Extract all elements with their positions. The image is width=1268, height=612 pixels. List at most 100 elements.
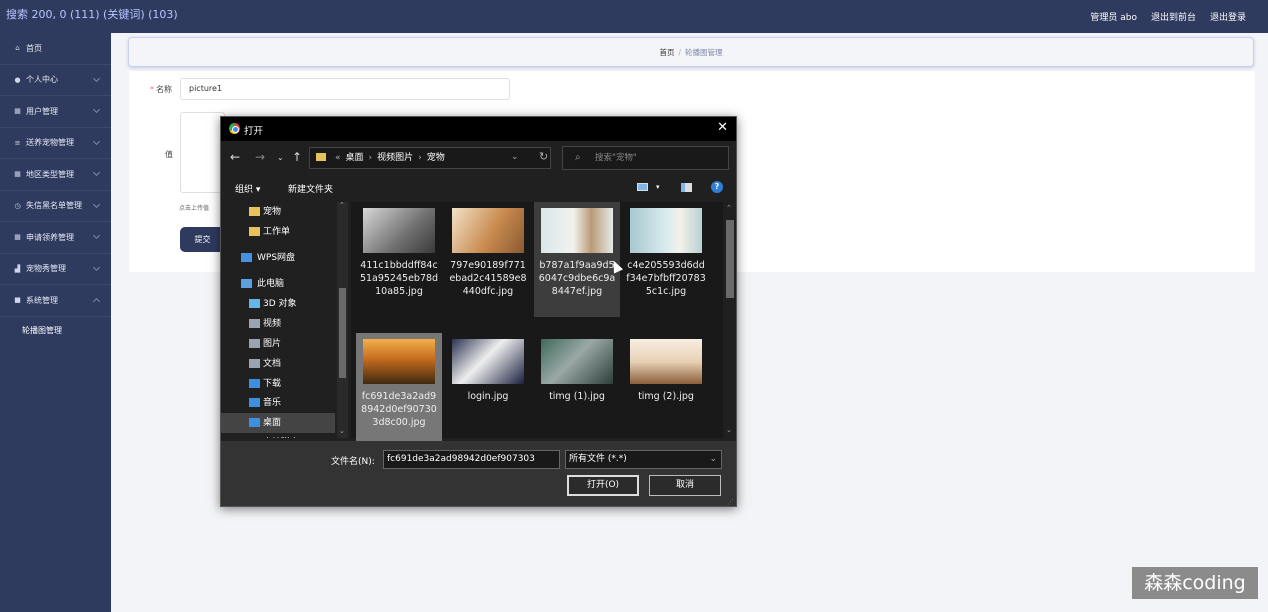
filename-label: 文件名(N): [331,457,375,467]
nav-item[interactable]: 此电脑 [221,274,335,294]
upload-box[interactable] [180,112,225,193]
file-name: fc691de3a2ad98942d0ef907303d8c00.jpg [361,391,437,428]
file-list-scrollbar[interactable]: ⌃ ⌄ [723,202,736,438]
nav-scrollbar[interactable]: ⌃ ⌄ [337,202,348,438]
scroll-down-icon[interactable]: ⌄ [339,427,345,435]
recent-chevron-icon[interactable]: ⌄ [277,153,284,162]
breadcrumb-home[interactable]: 首页 [659,48,674,57]
nav-item-label: 工作单 [263,227,291,237]
sidebar-item[interactable]: ● 个人中心 [0,65,111,96]
nav-scroll-thumb[interactable] [339,288,346,378]
view-icon[interactable] [637,183,648,191]
resize-grip-icon[interactable]: ⋰ [727,498,734,506]
nav-item[interactable]: 音乐 [221,393,335,413]
nav-item[interactable]: 视频 [221,314,335,334]
cancel-button[interactable]: 取消 [649,475,721,496]
submit-button[interactable]: 提交 [180,227,225,252]
sidebar-item[interactable]: ■ 系统管理 [0,285,111,317]
up-arrow-icon[interactable]: ↑ [292,150,302,164]
sidebar-item[interactable]: ⌂ 首页 [0,33,111,65]
dialog-command-bar: 组织 ▾ 新建文件夹 ▾ ? [221,175,736,199]
file-item[interactable]: login.jpg [445,333,531,448]
sidebar-item[interactable]: ▟ 宠物秀管理 [0,254,111,285]
sidebar-item-label: 用户管理 [26,106,58,116]
scroll-down-icon[interactable]: ⌄ [726,426,732,434]
close-icon[interactable]: ✕ [717,120,728,135]
chevron-down-icon [92,168,101,177]
chevron-down-icon [92,263,101,271]
exit-front-link[interactable]: 退出到前台 [1151,10,1196,23]
search-input[interactable]: ⌕ 搜索"宠物" [562,146,729,170]
cube-icon [249,299,260,308]
file-type-select[interactable]: 所有文件 (*.*) ⌄ [565,450,722,469]
name-input[interactable]: picture1 [180,78,510,100]
file-item[interactable]: c4e205593d6ddf34e7bfbff207835c1c.jpg [623,202,709,317]
grid-icon: ▦ [14,170,21,179]
file-item[interactable]: 797e90189f771ebad2c41589e8440dfc.jpg [445,202,531,317]
scroll-up-icon[interactable]: ⌃ [339,202,345,209]
filename-input[interactable]: fc691de3a2ad98942d0ef907303 [383,450,560,469]
nav-item-label: WPS网盘 [257,253,296,263]
open-button[interactable]: 打开(O) [567,475,639,496]
logout-link[interactable]: 退出登录 [1210,10,1246,23]
video-icon [249,319,260,328]
nav-item[interactable]: 工作单 [221,222,335,242]
chevron-down-icon [92,200,101,208]
nav-item[interactable]: 本地磁盘 (C:) [221,433,335,438]
sidebar-item[interactable]: ≡ 送养宠物管理 [0,128,111,159]
chevron-down-icon [92,105,101,114]
refresh-icon[interactable]: ↻ [539,147,548,167]
nav-item[interactable]: 下载 [221,374,335,394]
path-segment[interactable]: 视频图片 [377,153,413,163]
file-item[interactable]: timg (2).jpg [623,333,709,448]
new-folder-button[interactable]: 新建文件夹 [288,182,333,195]
nav-item[interactable]: WPS网盘 [221,248,335,268]
file-thumbnail [541,208,613,253]
download-icon [249,379,260,388]
search-placeholder: 搜索"宠物" [595,153,637,163]
nav-item[interactable]: 桌面 [221,413,335,433]
top-header: 搜索 200, 0 (111) (关键词) (103) 管理员 abo 退出到前… [0,0,1268,33]
sidebar: ⌂ 首页 ● 个人中心 ▦ 用户管理 ≡ 送养宠物管理 ▦ 地区类型管理 ◷ 失信黑名单管理 ▦ 申请领养… [0,33,111,612]
sidebar-item-label: 失信黑名单管理 [26,201,82,211]
back-arrow-icon[interactable]: ← [230,150,240,164]
file-thumbnail [541,339,613,384]
file-thumbnail [452,208,524,253]
file-item[interactable]: timg (1).jpg [534,333,620,448]
file-item[interactable]: 411c1bbddff84c51a95245eb78d10a85.jpg [356,202,442,317]
nav-item[interactable]: 文档 [221,354,335,374]
sidebar-item[interactable]: ◷ 失信黑名单管理 [0,191,111,222]
sidebar-item[interactable]: ▦ 申请领养管理 [0,222,111,254]
sidebar-item[interactable]: ▦ 地区类型管理 [0,159,111,191]
nav-item-label: 视频 [263,319,282,329]
file-scroll-thumb[interactable] [726,220,734,298]
sidebar-subitem[interactable]: 轮播图管理 [0,317,111,345]
file-item[interactable]: fc691de3a2ad98942d0ef907303d8c00.jpg [356,333,442,448]
nav-item[interactable]: 图片 [221,334,335,354]
address-dropdown-icon[interactable]: ⌄ [511,147,519,167]
admin-label: 管理员 abo [1090,13,1137,23]
path-separator-icon: › [368,153,373,163]
overflow-chevron-icon[interactable]: « [335,153,341,163]
sidebar-item-label: 送养宠物管理 [26,138,74,148]
file-item[interactable]: b787a1f9aa9d56047c9dbe6c9a8447ef.jpg [534,202,620,317]
nav-item[interactable]: 3D 对象 [221,294,335,314]
nav-item[interactable]: 宠物 [221,202,335,222]
sidebar-item-label: 个人中心 [26,75,58,85]
sidebar-item[interactable]: ▦ 用户管理 [0,96,111,128]
preview-pane-icon[interactable] [681,183,692,192]
nav-item-label: 音乐 [263,398,282,408]
path-segment[interactable]: 桌面 [346,153,364,163]
scroll-up-icon[interactable]: ⌃ [726,204,732,212]
nav-item-label: 本地磁盘 (C:) [263,433,318,438]
value-label: 值 [165,150,173,159]
organize-menu[interactable]: 组织 ▾ [235,182,260,195]
file-name: timg (1).jpg [549,391,605,402]
forward-arrow-icon[interactable]: → [255,150,265,164]
cloud-icon [241,253,252,262]
grid-icon: ▦ [14,107,21,116]
nav-item-label: 图片 [263,339,282,349]
help-icon[interactable]: ? [711,181,723,193]
path-segment[interactable]: 宠物 [427,153,445,163]
view-dropdown-icon[interactable]: ▾ [656,183,660,191]
